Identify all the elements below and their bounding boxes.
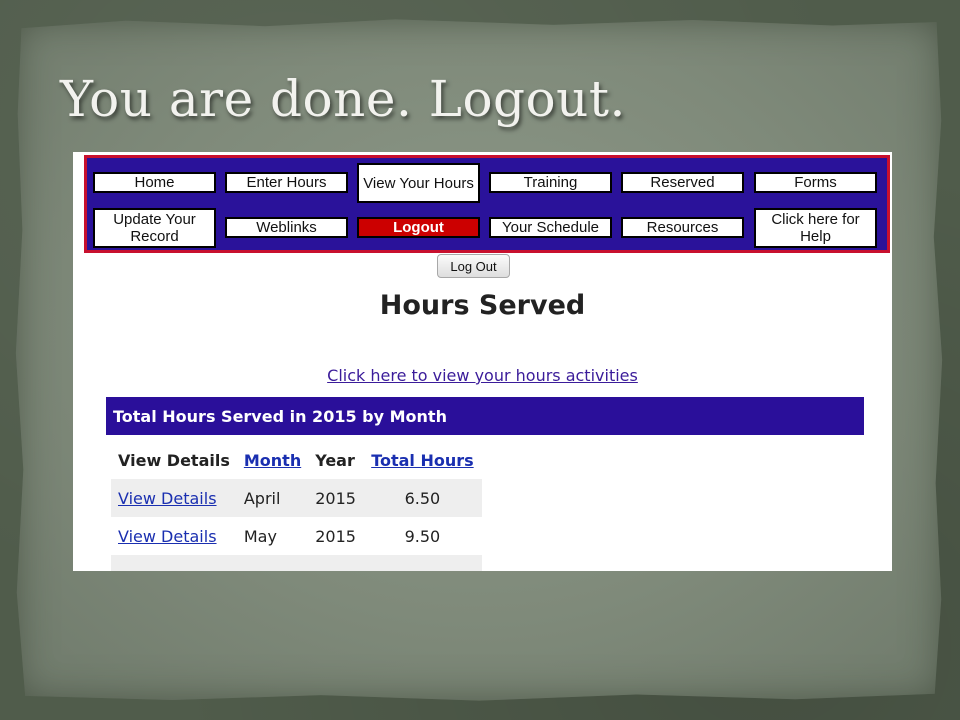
partial-cell	[111, 555, 237, 571]
page-title: Hours Served	[379, 290, 586, 321]
partial-cell	[362, 555, 482, 571]
nav-reserved-button[interactable]: Reserved	[621, 172, 744, 193]
hours-table: View Details Month Year Total Hours View…	[111, 441, 482, 571]
nav-weblinks-button[interactable]: Weblinks	[225, 217, 348, 238]
nav-home-button[interactable]: Home	[93, 172, 216, 193]
sort-month-link[interactable]: Month	[244, 451, 301, 470]
nav-forms-button[interactable]: Forms	[754, 172, 877, 193]
sort-total-hours-link[interactable]: Total Hours	[371, 451, 473, 470]
nav-enter-hours-button[interactable]: Enter Hours	[225, 172, 348, 193]
header-year: Year	[315, 450, 355, 470]
total-hours-cell: 6.50	[362, 479, 482, 517]
nav-your-schedule-button[interactable]: Your Schedule	[489, 217, 612, 238]
view-details-link[interactable]: View Details	[111, 479, 237, 517]
nav-training-button[interactable]: Training	[489, 172, 612, 193]
month-cell: May	[243, 526, 277, 546]
nav-update-record-button[interactable]: Update Your Record	[93, 208, 216, 248]
table-banner: Total Hours Served in 2015 by Month	[106, 397, 864, 435]
nav-resources-button[interactable]: Resources	[621, 217, 744, 238]
slide-title: You are done. Logout.	[60, 70, 626, 128]
table-row-partial	[111, 555, 482, 571]
month-cell: April	[236, 479, 309, 517]
header-month[interactable]: Month	[237, 441, 308, 479]
table-row: View Details May 2015 9.50	[111, 517, 482, 555]
nav-logout-button[interactable]: Logout	[357, 217, 480, 238]
log-out-button[interactable]: Log Out	[437, 254, 510, 278]
embedded-screenshot: Home Enter Hours View Your Hours Trainin…	[73, 152, 892, 571]
nav-help-button[interactable]: Click here for Help	[754, 208, 877, 248]
table-header-row: View Details Month Year Total Hours	[111, 441, 482, 479]
nav-bar: Home Enter Hours View Your Hours Trainin…	[84, 155, 890, 253]
partial-cell	[308, 555, 363, 571]
header-view-details: View Details	[118, 450, 230, 470]
year-cell: 2015	[315, 526, 356, 546]
header-total-hours[interactable]: Total Hours	[363, 441, 482, 479]
view-activities-link[interactable]: Click here to view your hours activities	[73, 366, 892, 385]
nav-view-hours-button[interactable]: View Your Hours	[357, 163, 480, 203]
partial-cell	[236, 555, 309, 571]
total-hours-cell: 9.50	[404, 526, 441, 546]
year-cell: 2015	[308, 479, 363, 517]
view-details-link[interactable]: View Details	[111, 517, 237, 555]
table-row: View Details April 2015 6.50	[111, 479, 482, 517]
